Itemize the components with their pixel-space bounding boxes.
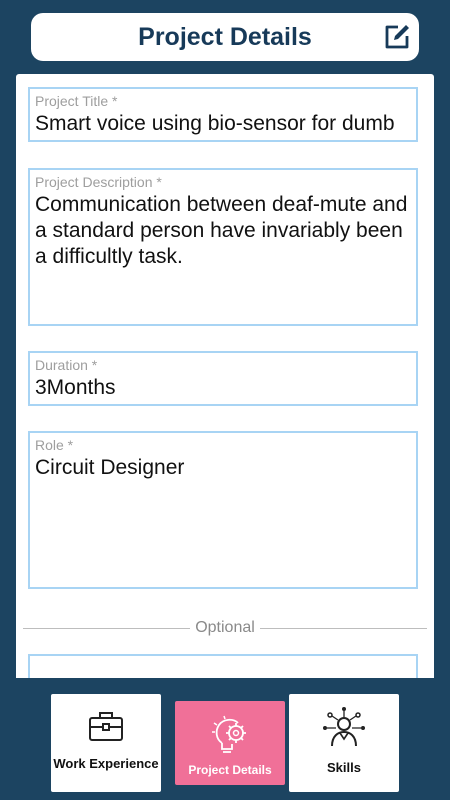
role-input[interactable]: Circuit Designer — [35, 455, 416, 481]
nav-work-experience[interactable]: Work Experience — [51, 694, 161, 792]
project-description-label: Project Description * — [35, 174, 162, 190]
optional-label: Optional — [190, 619, 260, 636]
optional-divider: Optional — [23, 619, 427, 636]
role-label: Role * — [35, 437, 74, 453]
project-description-field[interactable]: Project Description * Communication betw… — [28, 168, 418, 326]
role-field[interactable]: Role * Circuit Designer — [28, 431, 418, 589]
person-network-icon — [323, 707, 365, 747]
nav-project-details[interactable]: Project Details — [175, 701, 285, 785]
header-bar: Project Details — [31, 13, 419, 61]
briefcase-icon — [89, 712, 123, 741]
project-title-label: Project Title * — [35, 93, 118, 109]
nav-project-details-label: Project Details — [188, 763, 272, 777]
optional-field[interactable] — [28, 654, 418, 678]
project-title-input[interactable]: Smart voice using bio-sensor for dumb — [35, 111, 416, 137]
project-title-field[interactable]: Project Title * Smart voice using bio-se… — [28, 87, 418, 142]
page-title: Project Details — [138, 22, 312, 51]
edit-icon[interactable] — [382, 22, 412, 52]
duration-label: Duration * — [35, 357, 98, 373]
nav-skills-label: Skills — [327, 760, 361, 775]
nav-work-experience-label: Work Experience — [53, 756, 159, 771]
duration-field[interactable]: Duration * 3Months — [28, 351, 418, 406]
nav-skills[interactable]: Skills — [289, 694, 399, 792]
lightbulb-gear-icon — [212, 715, 246, 753]
form-card: Project Title * Smart voice using bio-se… — [16, 74, 434, 678]
duration-input[interactable]: 3Months — [35, 375, 416, 401]
project-description-input[interactable]: Communication between deaf-mute and a st… — [35, 192, 416, 270]
